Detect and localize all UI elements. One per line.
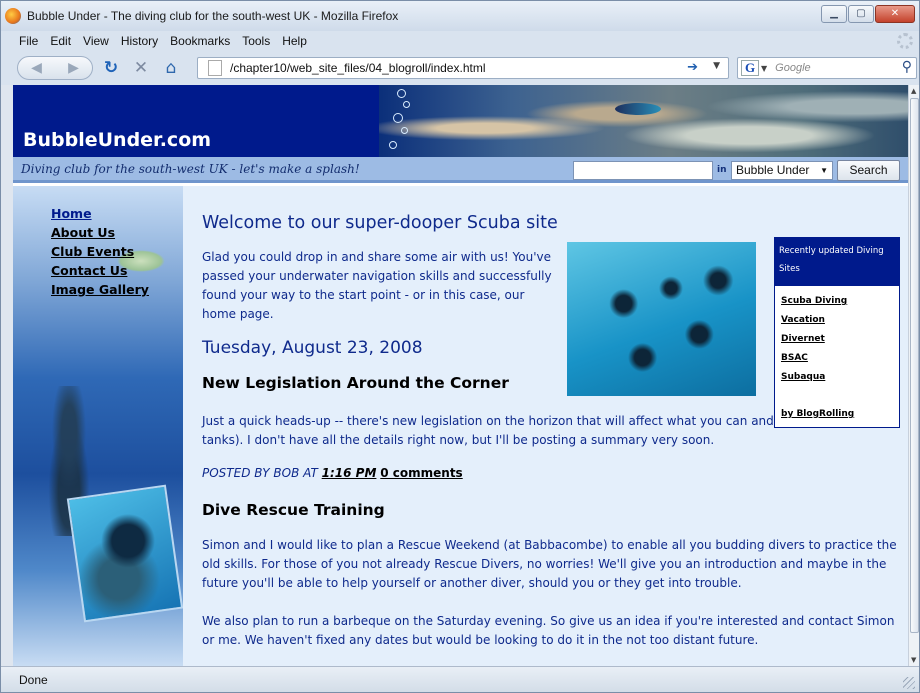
site-header: BubbleUnder.com <box>13 85 908 157</box>
tagline-bar: Diving club for the south-west UK - let'… <box>13 157 908 183</box>
blogroll-by-link[interactable]: by BlogRolling <box>781 405 893 424</box>
browser-window: Bubble Under - The diving club for the s… <box>0 0 920 693</box>
diver-photo <box>66 484 184 623</box>
bubble-icon <box>403 101 410 108</box>
intro-paragraph: Glad you could drop in and share some ai… <box>202 250 552 321</box>
search-icon[interactable]: ⚲ <box>902 59 912 75</box>
blogroll-link-vacation[interactable]: Vacation <box>781 311 893 330</box>
blogroll-link-bsac[interactable]: BSAC <box>781 349 893 368</box>
google-logo-icon[interactable]: G <box>741 60 759 76</box>
blogroll-link-scuba-diving[interactable]: Scuba Diving <box>781 292 893 311</box>
site-search-button[interactable]: Search <box>837 160 900 181</box>
nav-contact-us[interactable]: Contact Us <box>51 261 149 280</box>
blogroll-box: Recently updated Diving Sites Scuba Divi… <box>774 237 900 428</box>
url-text[interactable]: /chapter10/web_site_files/04_blogroll/in… <box>230 61 486 75</box>
menu-edit[interactable]: Edit <box>48 34 73 48</box>
reload-icon[interactable]: ↻ <box>99 56 123 80</box>
site-navigation: Home About Us Club Events Contact Us Ima… <box>51 204 149 299</box>
divers-group-photo <box>567 242 756 396</box>
firefox-logo-icon <box>5 8 21 24</box>
maximize-icon[interactable]: ▢ <box>848 5 874 23</box>
forward-arrow-icon[interactable]: ▶ <box>68 60 79 76</box>
page-icon <box>208 60 222 76</box>
bubble-icon <box>401 127 408 134</box>
left-sidebar: Home About Us Club Events Contact Us Ima… <box>13 186 184 666</box>
nav-image-gallery[interactable]: Image Gallery <box>51 280 149 299</box>
site-title: BubbleUnder.com <box>23 129 212 151</box>
go-arrow-icon[interactable]: ➔ <box>687 60 698 75</box>
menu-tools[interactable]: Tools <box>240 34 272 48</box>
viewport-left-edge <box>1 85 13 666</box>
posted-by-label: POSTED BY BOB AT <box>202 466 318 480</box>
chevron-down-icon: ▼ <box>820 166 828 175</box>
navigation-toolbar: ◀ ▶ ↻ ✕ ⌂ /chapter10/web_site_files/04_b… <box>1 51 919 85</box>
menu-history[interactable]: History <box>119 34 160 48</box>
page-heading: Welcome to our super-dooper Scuba site <box>202 213 558 233</box>
menu-bar: File Edit View History Bookmarks Tools H… <box>1 31 919 51</box>
url-dropdown-icon[interactable]: ▼ <box>713 61 720 71</box>
bubble-icon <box>393 113 403 123</box>
scrollbar-thumb[interactable] <box>910 98 919 633</box>
menu-help[interactable]: Help <box>280 34 309 48</box>
home-icon[interactable]: ⌂ <box>159 56 183 80</box>
post-time-link[interactable]: 1:16 PM <box>322 466 377 480</box>
throbber-icon <box>897 33 913 49</box>
fish-image <box>615 103 661 115</box>
vertical-scrollbar[interactable]: ▲ ▼ <box>908 85 919 666</box>
blogroll-heading: Recently updated Diving Sites <box>775 238 899 286</box>
close-icon[interactable]: ✕ <box>875 5 915 23</box>
window-title: Bubble Under - The diving club for the s… <box>27 9 399 23</box>
site-search-scope-select[interactable]: Bubble Under ▼ <box>731 161 833 180</box>
blogroll-list: Scuba Diving Vacation Divernet BSAC Suba… <box>775 286 899 430</box>
post-title: New Legislation Around the Corner <box>202 374 509 392</box>
back-forward-buttons: ◀ ▶ <box>17 56 93 80</box>
nav-about-us[interactable]: About Us <box>51 223 149 242</box>
bubble-icon <box>397 89 406 98</box>
scroll-up-icon[interactable]: ▲ <box>911 87 916 95</box>
post-paragraph: Simon and I would like to plan a Rescue … <box>202 538 897 590</box>
nav-club-events[interactable]: Club Events <box>51 242 149 261</box>
site-tagline: Diving club for the south-west UK - let'… <box>21 162 360 176</box>
bubble-icon <box>389 141 397 149</box>
menu-file[interactable]: File <box>17 34 40 48</box>
search-placeholder[interactable]: Google <box>775 62 810 74</box>
resize-grip-icon[interactable] <box>903 677 915 689</box>
browser-search-box[interactable]: G ▼ Google ⚲ <box>737 57 917 79</box>
stop-icon[interactable]: ✕ <box>129 56 153 80</box>
reef-banner-image <box>379 85 908 157</box>
scroll-down-icon[interactable]: ▼ <box>911 656 916 664</box>
site-search-input[interactable] <box>573 161 713 180</box>
search-engine-dropdown-icon[interactable]: ▼ <box>761 64 767 73</box>
post-comments-link[interactable]: 0 comments <box>380 466 462 480</box>
title-bar: Bubble Under - The diving club for the s… <box>1 1 919 31</box>
post-paragraph: We also plan to run a barbeque on the Sa… <box>202 614 895 647</box>
blogroll-link-divernet[interactable]: Divernet <box>781 330 893 349</box>
window-controls: ▁ ▢ ✕ <box>821 5 915 23</box>
site-search-in-label: in <box>717 165 727 175</box>
status-text: Done <box>19 673 48 687</box>
minimize-icon[interactable]: ▁ <box>821 5 847 23</box>
menu-view[interactable]: View <box>81 34 111 48</box>
page-viewport: BubbleUnder.com Diving club for the sout… <box>13 85 908 666</box>
post-footer: POSTED BY BOB AT 1:16 PM 0 comments <box>202 466 463 480</box>
status-bar: Done <box>1 666 919 692</box>
back-arrow-icon[interactable]: ◀ <box>31 60 42 76</box>
menu-bookmarks[interactable]: Bookmarks <box>168 34 232 48</box>
address-bar[interactable]: /chapter10/web_site_files/04_blogroll/in… <box>197 57 729 79</box>
post-title: Dive Rescue Training <box>202 501 385 519</box>
nav-home[interactable]: Home <box>51 204 149 223</box>
blogroll-link-subaqua[interactable]: Subaqua <box>781 368 893 387</box>
site-search-scope-value: Bubble Under <box>736 163 810 177</box>
post-date-heading: Tuesday, August 23, 2008 <box>202 338 423 358</box>
